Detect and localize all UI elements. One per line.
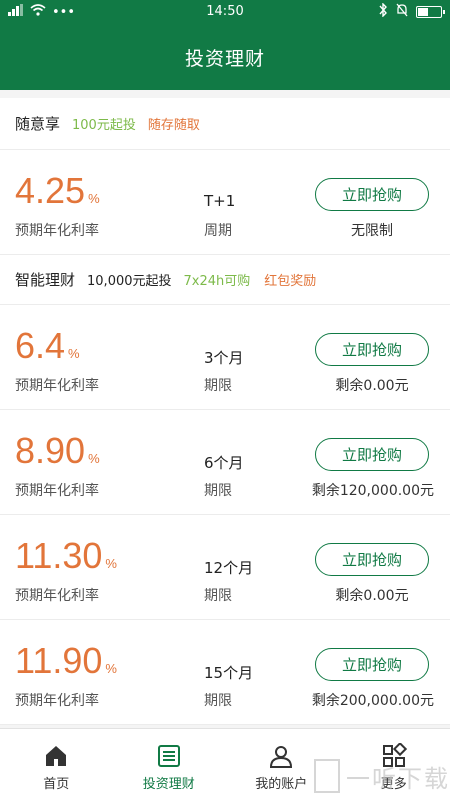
rate-label: 预期年化利率 <box>15 223 99 239</box>
rate-label: 预期年化利率 <box>15 693 99 709</box>
app-header: ••• 14:50 投资理财 <box>0 0 450 90</box>
product-card[interactable]: 4.25% 预期年化利率 T+1 周期 立即抢购 无限制 <box>0 150 450 255</box>
tab-label: 首页 <box>43 777 70 792</box>
product-rate: 4.25% <box>15 170 100 211</box>
product-rate: 6.4% <box>15 325 80 366</box>
term-label: 期限 <box>204 588 232 604</box>
product-rate: 11.30% <box>15 535 117 576</box>
rate-label: 预期年化利率 <box>15 588 99 604</box>
section-min-invest: 10,000元起投 <box>87 274 172 289</box>
home-icon <box>43 743 69 769</box>
buy-now-button[interactable]: 立即抢购 <box>315 333 429 366</box>
product-term: 6个月 <box>204 454 244 472</box>
product-card[interactable]: 6.4% 预期年化利率 3个月 期限 立即抢购 剩余0.00元 <box>0 305 450 410</box>
section-name: 随意享 <box>15 115 61 133</box>
product-term: 12个月 <box>204 559 254 577</box>
product-card[interactable]: 8.90% 预期年化利率 6个月 期限 立即抢购 剩余120,000.00元 <box>0 410 450 515</box>
term-label: 期限 <box>204 483 232 499</box>
rate-label: 预期年化利率 <box>15 378 99 394</box>
watermark: 一听下载 <box>314 756 450 796</box>
tab-invest[interactable]: 投资理财 <box>113 729 226 800</box>
product-card[interactable]: 11.90% 预期年化利率 15个月 期限 立即抢购 剩余200,000.00元 <box>0 620 450 725</box>
remaining-amount: 剩余0.00元 <box>335 378 409 394</box>
buy-now-button[interactable]: 立即抢购 <box>315 543 429 576</box>
remaining-amount: 无限制 <box>351 223 393 239</box>
product-term: T+1 <box>204 192 236 210</box>
watermark-logo-icon <box>314 759 340 793</box>
list-icon <box>156 743 182 769</box>
bell-off-icon <box>396 3 408 21</box>
tab-label: 投资理财 <box>142 777 195 792</box>
section-tag: 随存随取 <box>147 118 200 133</box>
product-term: 3个月 <box>204 349 244 367</box>
page-title: 投资理财 <box>184 48 265 70</box>
section-header-suiyixiang: 随意享 100元起投 随存随取 <box>0 98 450 150</box>
section-min-invest: 100元起投 <box>72 118 136 133</box>
term-label: 期限 <box>204 378 232 394</box>
watermark-text: 一听下载 <box>346 764 450 793</box>
product-rate: 11.90% <box>15 640 117 681</box>
section-header-smart-finance: 智能理财 10,000元起投 7x24h可购 红包奖励 <box>0 255 450 305</box>
battery-icon <box>416 6 445 18</box>
user-icon <box>268 743 294 769</box>
section-tag: 红包奖励 <box>264 274 317 289</box>
remaining-amount: 剩余120,000.00元 <box>311 483 434 499</box>
product-list: 随意享 100元起投 随存随取 4.25% 预期年化利率 T+1 周期 立即抢购… <box>0 98 450 725</box>
section-tag: 7x24h可购 <box>183 274 251 289</box>
term-label: 周期 <box>204 223 232 239</box>
product-term: 15个月 <box>204 664 254 682</box>
rate-label: 预期年化利率 <box>15 483 99 499</box>
remaining-amount: 剩余0.00元 <box>335 588 409 604</box>
buy-now-button[interactable]: 立即抢购 <box>315 438 429 471</box>
buy-now-button[interactable]: 立即抢购 <box>315 648 429 681</box>
term-label: 期限 <box>204 693 232 709</box>
bluetooth-icon <box>378 2 388 21</box>
section-name: 智能理财 <box>15 271 76 289</box>
status-right <box>378 2 445 21</box>
tab-home[interactable]: 首页 <box>0 729 113 800</box>
status-bar: ••• 14:50 <box>0 0 450 24</box>
buy-now-button[interactable]: 立即抢购 <box>315 178 429 211</box>
product-card[interactable]: 11.30% 预期年化利率 12个月 期限 立即抢购 剩余0.00元 <box>0 515 450 620</box>
remaining-amount: 剩余200,000.00元 <box>311 693 434 709</box>
product-rate: 8.90% <box>15 430 100 471</box>
